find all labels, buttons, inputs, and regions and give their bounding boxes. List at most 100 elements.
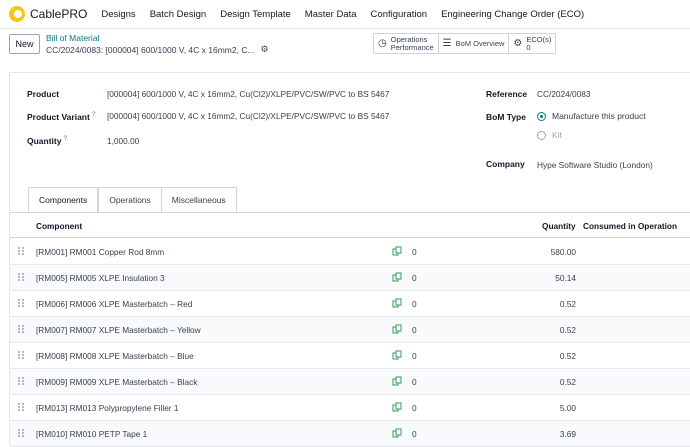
breadcrumb-parent[interactable]: Bill of Material [46, 33, 99, 43]
copy-link-icon[interactable] [392, 246, 402, 256]
drag-handle-icon[interactable] [18, 273, 24, 282]
gear-icon[interactable]: ⚙ [261, 44, 269, 55]
table-row[interactable]: [RM006] RM006 XLPE Masterbatch – Red 0 0.5… [10, 291, 690, 317]
header-consumed[interactable]: Consumed in Operation [583, 221, 677, 231]
menu-design-template[interactable]: Design Template [220, 9, 291, 20]
copy-link-icon[interactable] [392, 324, 402, 334]
eco-count: 0 [526, 42, 531, 52]
company-value[interactable]: Hype Software Studio (London) [537, 160, 653, 170]
top-navbar: CablePRO Designs Batch Design Design Tem… [0, 0, 690, 29]
component-cell[interactable]: [RM009] RM009 XLPE Masterbatch – Black [36, 377, 197, 387]
list-icon: ☰ [442, 37, 452, 49]
bom-type-kit-radio[interactable]: Kit [537, 130, 562, 140]
drag-handle-icon[interactable] [18, 403, 24, 412]
table-row[interactable]: [RM009] RM009 XLPE Masterbatch – Black 0 0… [10, 369, 690, 395]
reference-value[interactable]: CC/2024/0083 [537, 89, 591, 99]
table-row[interactable]: [RM001] RM001 Copper Rod 8mm 0 580.00 [10, 239, 690, 265]
menu-designs[interactable]: Designs [101, 9, 135, 20]
ops-line2: Performance [390, 42, 434, 52]
copy-link-icon[interactable] [392, 402, 402, 412]
notebook-tabs: Components Operations Miscellaneous [28, 187, 237, 213]
drag-handle-icon[interactable] [18, 351, 24, 360]
brand[interactable]: CablePRO [9, 6, 101, 22]
quantity-cell[interactable]: 0.52 [560, 351, 576, 361]
app-name: CablePRO [30, 7, 88, 21]
control-panel: New Bill of Material CC/2024/0083: [0000… [0, 29, 690, 64]
component-cell[interactable]: [RM005] RM005 XLPE Insulation 3 [36, 273, 165, 283]
reference-label: Reference [486, 89, 528, 99]
quantity-cell[interactable]: 50.14 [555, 273, 576, 283]
consumed-count-cell: 0 [412, 299, 417, 309]
component-cell[interactable]: [RM013] RM013 Polypropylene Filler 1 [36, 403, 179, 413]
consumed-count-cell: 0 [412, 403, 417, 413]
tab-components[interactable]: Components [28, 187, 99, 213]
drag-handle-icon[interactable] [18, 377, 24, 386]
tab-miscellaneous[interactable]: Miscellaneous [161, 187, 237, 213]
table-header: Component Quantity Consumed in Operation [10, 214, 690, 238]
component-cell[interactable]: [RM010] RM010 PETP Tape 1 [36, 429, 147, 439]
table-row[interactable]: [RM010] RM010 PETP Tape 1 0 3.69 [10, 421, 690, 447]
quantity-value[interactable]: 1,000.00 [107, 136, 139, 146]
header-quantity[interactable]: Quantity [542, 221, 576, 231]
component-cell[interactable]: [RM001] RM001 Copper Rod 8mm [36, 247, 164, 257]
drag-handle-icon[interactable] [18, 429, 24, 438]
radio-dot [537, 130, 546, 140]
company-label: Company [486, 159, 525, 169]
quantity-label-text: Quantity [27, 135, 62, 146]
variant-label-text: Product Variant [27, 111, 90, 122]
component-cell[interactable]: [RM008] RM008 XLPE Masterbatch – Blue [36, 351, 194, 361]
copy-link-icon[interactable] [392, 298, 402, 308]
table-row[interactable]: [RM007] RM007 XLPE Masterbatch – Yellow 0… [10, 317, 690, 343]
breadcrumb-current: CC/2024/0083: [000004] 600/1000 V, 4C x … [46, 44, 269, 55]
product-value[interactable]: [000004] 600/1000 V, 4C x 16mm2, Cu(Cl2)… [107, 89, 389, 99]
bom-type-kit-label: Kit [552, 130, 562, 140]
component-cell[interactable]: [RM007] RM007 XLPE Masterbatch – Yellow [36, 325, 201, 335]
new-button[interactable]: New [9, 34, 40, 54]
clock-icon: ◷ [378, 37, 387, 49]
tab-operations[interactable]: Operations [98, 187, 162, 213]
product-label: Product [27, 89, 60, 99]
tooltip-icon[interactable]: ? [92, 111, 96, 118]
header-component[interactable]: Component [36, 221, 82, 231]
menu-master-data[interactable]: Master Data [305, 9, 357, 20]
quantity-cell[interactable]: 580.00 [551, 247, 576, 257]
quantity-cell[interactable]: 3.69 [560, 429, 576, 439]
consumed-count-cell: 0 [412, 377, 417, 387]
quantity-cell[interactable]: 0.52 [560, 299, 576, 309]
component-cell[interactable]: [RM006] RM006 XLPE Masterbatch – Red [36, 299, 192, 309]
menu-configuration[interactable]: Configuration [371, 9, 428, 20]
bom-type-manufacture-radio[interactable]: Manufacture this product [537, 111, 646, 121]
quantity-cell[interactable]: 5.00 [560, 403, 576, 413]
menu-eco[interactable]: Engineering Change Order (ECO) [441, 9, 584, 20]
copy-link-icon[interactable] [392, 428, 402, 438]
table-row[interactable]: [RM013] RM013 Polypropylene Filler 1 0 5.0… [10, 395, 690, 421]
eco-button[interactable]: ⚙ ECO(s) 0 [509, 34, 555, 53]
smart-buttons: ◷ Operations Performance ☰ BoM Overview … [373, 33, 557, 54]
quantity-cell[interactable]: 0.52 [560, 325, 576, 335]
bom-overview-button[interactable]: ☰ BoM Overview [439, 34, 510, 53]
copy-link-icon[interactable] [392, 376, 402, 386]
table-row[interactable]: [RM005] RM005 XLPE Insulation 3 0 50.14 [10, 265, 690, 291]
product-variant-label: Product Variant? [27, 111, 95, 122]
drag-handle-icon[interactable] [18, 325, 24, 334]
menu-batch-design[interactable]: Batch Design [150, 9, 207, 20]
consumed-count-cell: 0 [412, 325, 417, 335]
bom-overview-label: BoM Overview [455, 38, 505, 48]
consumed-count-cell: 0 [412, 247, 417, 257]
bom-type-manufacture-label: Manufacture this product [552, 111, 646, 121]
app-logo-icon [9, 6, 25, 22]
copy-link-icon[interactable] [392, 272, 402, 282]
tooltip-icon[interactable]: ? [63, 135, 67, 142]
copy-link-icon[interactable] [392, 350, 402, 360]
drag-handle-icon[interactable] [18, 247, 24, 256]
table-row[interactable]: [RM008] RM008 XLPE Masterbatch – Blue 0 0.… [10, 343, 690, 369]
breadcrumb-current-label: CC/2024/0083: [000004] 600/1000 V, 4C x … [46, 44, 255, 55]
quantity-label: Quantity? [27, 135, 67, 146]
consumed-count-cell: 0 [412, 351, 417, 361]
bom-type-label: BoM Type [486, 112, 526, 122]
operations-performance-button[interactable]: ◷ Operations Performance [374, 34, 439, 53]
quantity-cell[interactable]: 0.52 [560, 377, 576, 387]
drag-handle-icon[interactable] [18, 299, 24, 308]
product-variant-value[interactable]: [000004] 600/1000 V, 4C x 16mm2, Cu(Cl2)… [107, 111, 389, 121]
cogs-icon: ⚙ [513, 37, 523, 49]
